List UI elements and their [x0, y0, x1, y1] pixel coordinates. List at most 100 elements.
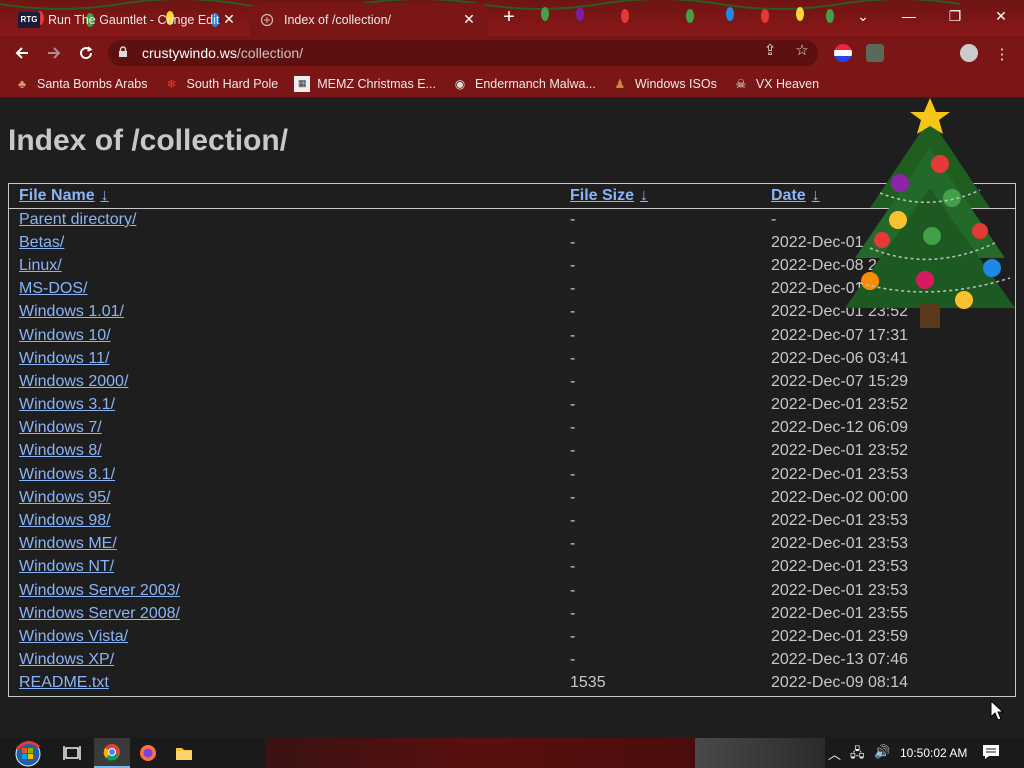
file-size-cell: -: [570, 303, 576, 321]
bookmark-label: VX Heaven: [755, 76, 820, 91]
file-link[interactable]: Windows 2000/: [19, 373, 128, 390]
file-link[interactable]: Betas/: [19, 234, 64, 251]
file-link[interactable]: Windows 11/: [19, 350, 109, 367]
sort-arrow-icon[interactable]: ↓: [640, 187, 648, 204]
file-name-cell: README.txt: [9, 672, 560, 695]
taskbar-clock[interactable]: 10:50:02 AM: [900, 746, 967, 760]
file-date-cell: 2022-Dec-01 23:52: [771, 442, 908, 460]
file-name-cell: Linux/: [9, 254, 560, 277]
address-bar[interactable]: crustywindo.ws/collection/: [108, 40, 818, 66]
bookmark-windows-isos[interactable]: ♟ Windows ISOs: [612, 76, 717, 92]
file-date-cell: 2022-Dec-01 23:52: [771, 396, 908, 414]
file-date-cell: 2022-Dec-02 00:00: [771, 488, 908, 506]
file-name-cell: Windows 8.1/: [9, 463, 560, 486]
file-size-cell: -: [570, 488, 576, 506]
firefox-icon: [140, 745, 156, 761]
start-button[interactable]: [8, 738, 48, 768]
extension-s-icon[interactable]: [866, 44, 884, 62]
minimize-button[interactable]: —: [886, 0, 932, 32]
close-tab-icon[interactable]: ✕: [460, 11, 478, 29]
network-icon[interactable]: 🖧: [850, 744, 865, 766]
tab-search-icon[interactable]: ⌄: [840, 0, 886, 32]
page-favicon-icon: [260, 13, 274, 26]
file-name-cell: Windows 7/: [9, 417, 560, 440]
bookmark-endermanch[interactable]: ◉ Endermanch Malwa...: [452, 76, 596, 92]
share-icon[interactable]: ⇪: [760, 40, 780, 60]
bookmark-label: Windows ISOs: [634, 76, 717, 91]
bookmark-memz[interactable]: ▦ MEMZ Christmas E...: [294, 75, 436, 92]
file-link[interactable]: Windows 3.1/: [19, 396, 115, 413]
column-header-file-name[interactable]: File Name ↓: [9, 184, 560, 209]
bookmark-vx-heaven[interactable]: ☠ VX Heaven: [733, 76, 819, 92]
back-button[interactable]: [10, 41, 34, 65]
table-row: Windows 8/ - 2022-Dec-01 23:52: [9, 440, 1015, 463]
menu-kebab-icon[interactable]: ⋮: [992, 44, 1012, 64]
taskbar-file-explorer[interactable]: [166, 738, 202, 768]
file-name-cell: Windows NT/: [9, 556, 560, 579]
file-date-cell: 2022-Dec-01 23:59: [771, 627, 908, 645]
show-hidden-icons-icon[interactable]: ︿: [828, 744, 841, 763]
taskbar-firefox[interactable]: [130, 738, 166, 768]
file-link[interactable]: Windows 8/: [19, 442, 102, 459]
file-link[interactable]: Windows Server 2008/: [19, 605, 180, 622]
forward-arrow-icon: [48, 47, 61, 59]
url-path: /collection/: [236, 45, 304, 61]
action-center-icon[interactable]: [982, 744, 1000, 763]
file-size-cell: -: [570, 256, 576, 274]
bomb-icon: ♣: [18, 76, 26, 91]
task-view-button[interactable]: [54, 738, 90, 768]
close-tab-icon[interactable]: ✕: [220, 11, 238, 29]
reload-button[interactable]: [74, 41, 98, 65]
table-row: Windows 11/ - 2022-Dec-06 03:41: [9, 347, 1015, 370]
file-link[interactable]: Windows 95/: [19, 489, 111, 506]
column-header-file-size[interactable]: File Size ↓: [560, 184, 761, 209]
file-name-cell: Windows Vista/: [9, 625, 560, 648]
url-host: crustywindo.ws: [142, 45, 237, 61]
volume-icon[interactable]: 🔊: [874, 744, 890, 760]
file-name-cell: Parent directory/: [9, 208, 560, 231]
extension-flag-icon[interactable]: [834, 44, 852, 62]
file-link[interactable]: Windows 10/: [19, 327, 111, 344]
profile-avatar-icon[interactable]: [960, 44, 978, 62]
file-link[interactable]: Windows ME/: [19, 535, 117, 552]
file-link[interactable]: Windows NT/: [19, 558, 114, 575]
bookmark-santa-bombs-arabs[interactable]: ♣ Santa Bombs Arabs: [14, 76, 147, 92]
file-size-cell: -: [570, 233, 576, 251]
bookmarks-bar: ♣ Santa Bombs Arabs ❄ South Hard Pole ▦ …: [0, 70, 1024, 98]
file-link[interactable]: README.txt: [19, 674, 109, 691]
new-tab-button[interactable]: +: [498, 6, 520, 28]
bookmark-south-hard-pole[interactable]: ❄ South Hard Pole: [163, 76, 278, 92]
tab-strip: RTG Run The Gauntlet - Cringe Edition ✕ …: [0, 0, 1024, 36]
file-link[interactable]: Windows XP/: [19, 651, 114, 668]
sort-arrow-icon[interactable]: ↓: [101, 187, 109, 204]
file-size-cell: -: [570, 396, 576, 414]
file-link[interactable]: Windows Vista/: [19, 628, 128, 645]
restore-button[interactable]: ❐: [932, 0, 978, 32]
file-link[interactable]: Windows 8.1/: [19, 466, 115, 483]
file-link[interactable]: MS-DOS/: [19, 280, 87, 297]
file-size-cell: -: [570, 419, 576, 437]
taskbar-wallpaper-strip: [265, 738, 695, 768]
bookmark-label: MEMZ Christmas E...: [317, 76, 436, 91]
close-window-button[interactable]: ✕: [978, 0, 1024, 32]
file-link[interactable]: Windows 7/: [19, 419, 102, 436]
folder-icon: [176, 748, 192, 760]
sort-by-name-link[interactable]: File Name: [19, 187, 95, 204]
file-date-cell: 2022-Dec-01 23:55: [771, 604, 908, 622]
sort-by-size-link[interactable]: File Size: [570, 187, 634, 204]
back-arrow-icon: [15, 47, 28, 59]
bookmark-star-icon[interactable]: ☆: [792, 40, 812, 60]
taskbar-chrome[interactable]: [94, 738, 130, 768]
sort-by-date-link[interactable]: Date: [771, 187, 806, 204]
file-size-cell: -: [570, 651, 576, 669]
file-date-cell: 2022-Dec-01 23:53: [771, 535, 908, 553]
file-link[interactable]: Windows 98/: [19, 512, 111, 529]
file-link[interactable]: Parent directory/: [19, 211, 136, 228]
forward-button[interactable]: [42, 41, 66, 65]
file-link[interactable]: Windows Server 2003/: [19, 582, 180, 599]
file-link[interactable]: Windows 1.01/: [19, 303, 124, 320]
file-link[interactable]: Linux/: [19, 257, 62, 274]
sort-arrow-icon[interactable]: ↓: [812, 187, 820, 204]
tab-run-the-gauntlet[interactable]: RTG Run The Gauntlet - Cringe Edition ✕: [8, 3, 248, 36]
tab-index-of-collection[interactable]: Index of /collection/ ✕: [250, 3, 488, 36]
